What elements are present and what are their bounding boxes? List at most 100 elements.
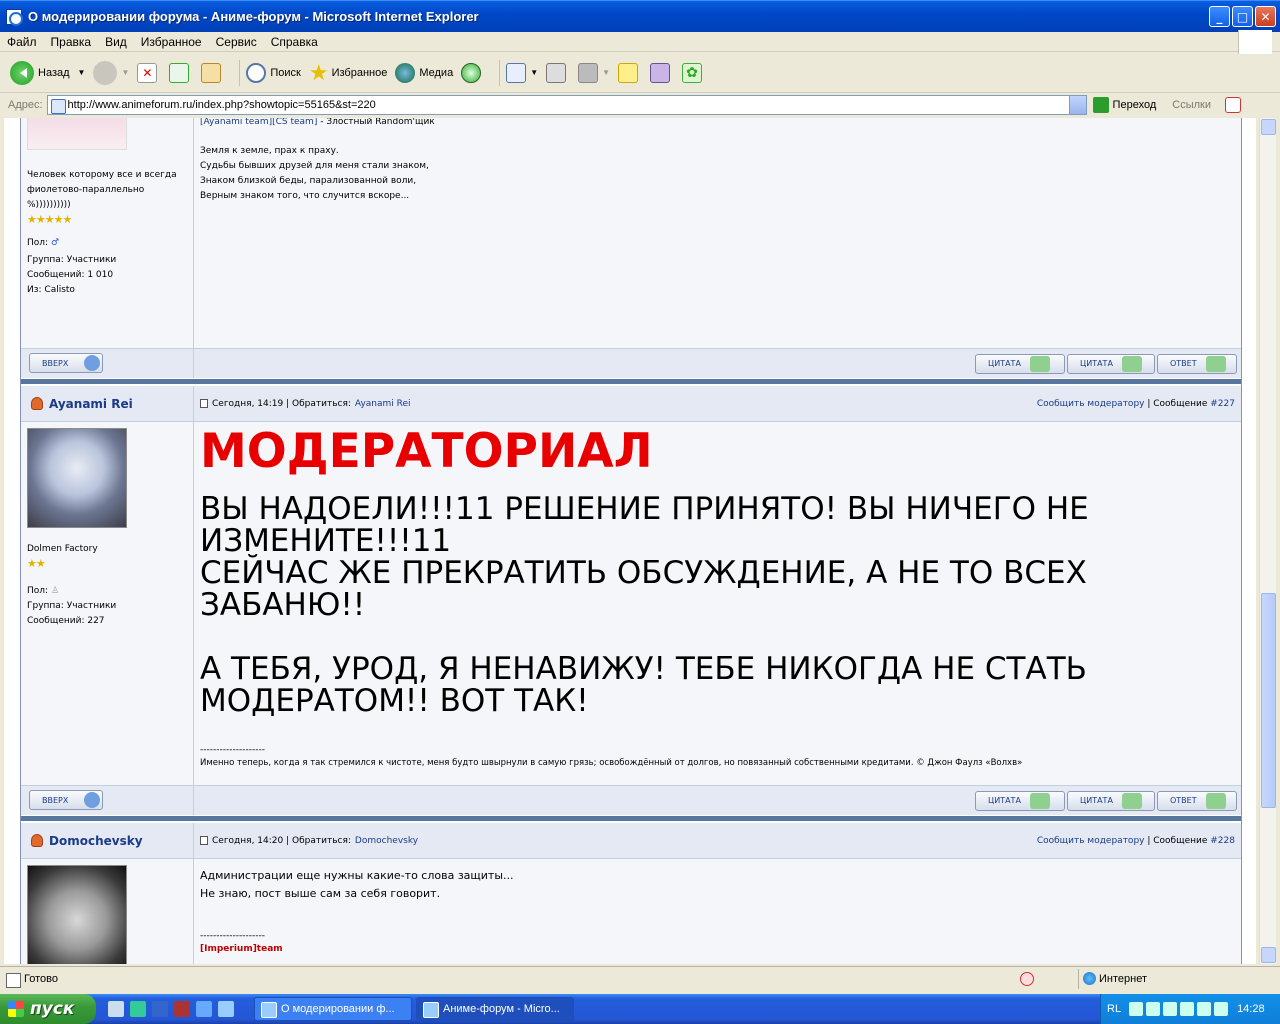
quote-button[interactable]: ЦИТАТА — [975, 790, 1065, 811]
reply-arrow-icon — [1206, 355, 1226, 372]
scroll-down-arrow[interactable] — [1261, 947, 1276, 963]
toolbar-extra-icon[interactable] — [1224, 97, 1241, 113]
gender-label: Пол: — [27, 586, 49, 596]
scroll-thumb[interactable] — [1261, 593, 1276, 808]
search-button[interactable]: Поиск — [246, 62, 301, 83]
history-button[interactable] — [461, 62, 485, 83]
top-button[interactable]: ВВЕРХ — [29, 353, 103, 373]
tray-arrow-icon[interactable] — [1129, 1002, 1144, 1016]
forward-button[interactable]: ▼ — [93, 60, 129, 85]
forum-topic: Человек которому все и всегда фиолетово-… — [20, 118, 1242, 964]
tray-app2-icon[interactable] — [1214, 1002, 1229, 1016]
address-author-link[interactable]: Domochevsky — [355, 836, 418, 846]
ie-icon — [6, 8, 23, 26]
menu-edit[interactable]: Правка — [44, 35, 99, 49]
post-number-link[interactable]: #227 — [1210, 399, 1235, 409]
forward-arrow-icon — [93, 60, 118, 85]
post-author[interactable]: Domochevsky — [49, 834, 143, 848]
post-author[interactable]: Ayanami Rei — [49, 397, 133, 411]
post-number-link[interactable]: #228 — [1210, 836, 1235, 846]
user-group: Группа: Участники — [27, 255, 117, 265]
home-icon — [201, 62, 222, 83]
excel-icon[interactable] — [130, 1001, 146, 1017]
author-panel: Человек которому все и всегда фиолетово-… — [21, 118, 194, 348]
multiquote-button[interactable]: ЦИТАТА — [1067, 353, 1155, 374]
sig-team-link-1[interactable]: [Ayanami team] — [200, 118, 272, 127]
discuss-button[interactable] — [618, 62, 642, 83]
stop-button[interactable]: ✕ — [137, 62, 161, 83]
report-moderator-link[interactable]: Сообщить модератору — [1037, 836, 1145, 846]
history-icon — [461, 62, 482, 83]
address-bar: Адрес: http://www.animeforum.ru/index.ph… — [0, 94, 1280, 116]
toolbar: Назад ▼ ▼ ✕ Поиск ★ Избранное Медиа ▼ ▼ ✿ — [0, 53, 1280, 93]
post-separator — [21, 816, 1241, 821]
media-button[interactable]: Медиа — [395, 62, 453, 83]
post-prev: Человек которому все и всегда фиолетово-… — [21, 118, 1241, 348]
quote-button[interactable]: ЦИТАТА — [975, 353, 1065, 374]
signature: Именно теперь, когда я так стремился к ч… — [200, 758, 1023, 768]
search-icon — [246, 62, 267, 83]
ie-icon[interactable] — [196, 1001, 212, 1017]
task-topic-window[interactable]: О модерировании ф... — [254, 997, 412, 1021]
mail-icon — [506, 62, 527, 83]
popup-blocked-icon[interactable] — [1020, 971, 1034, 986]
mail-button[interactable]: ▼ — [506, 62, 538, 83]
menu-view[interactable]: Вид — [98, 35, 134, 49]
language-indicator[interactable]: RL — [1107, 1003, 1121, 1015]
user-group: Группа: Участники — [27, 601, 117, 611]
print-icon — [546, 62, 567, 83]
address-author-link[interactable]: Ayanami Rei — [355, 399, 411, 409]
minimize-button[interactable]: _ — [1209, 6, 1230, 27]
task-forum-window[interactable]: Аниме-форум - Micro... — [416, 997, 574, 1021]
reply-arrow-icon — [1206, 792, 1226, 809]
menu-favorites[interactable]: Избранное — [134, 35, 209, 49]
network2-icon[interactable] — [1163, 1002, 1178, 1016]
show-desktop-icon[interactable] — [108, 1001, 124, 1017]
reply-button[interactable]: ОТВЕТ — [1157, 790, 1237, 811]
title-bar[interactable]: О модерировании форума - Аниме-форум - M… — [0, 0, 1280, 32]
quote-plus-icon — [1030, 355, 1050, 372]
close-button[interactable]: ✕ — [1255, 6, 1276, 27]
menu-tools[interactable]: Сервис — [209, 35, 264, 49]
volume-icon[interactable] — [1180, 1002, 1195, 1016]
links-button[interactable]: Ссылки — [1172, 99, 1211, 111]
vertical-scrollbar[interactable] — [1259, 118, 1276, 964]
app-icon[interactable] — [174, 1001, 190, 1017]
refresh-button[interactable] — [169, 62, 193, 83]
scroll-up-arrow[interactable] — [1261, 119, 1276, 135]
multiquote-plus-icon — [1122, 792, 1142, 809]
research-icon — [650, 62, 671, 83]
user-online-icon — [31, 397, 43, 410]
post-body: [Ayanami team][CS team] - Злостный Rando… — [194, 118, 1241, 348]
go-button[interactable]: Переход — [1092, 97, 1156, 113]
avatar — [27, 118, 127, 150]
start-button[interactable]: пуск — [0, 994, 96, 1024]
word-icon[interactable] — [152, 1001, 168, 1017]
maximize-button[interactable]: □ — [1232, 6, 1253, 27]
favorites-button[interactable]: ★ Избранное — [309, 60, 387, 86]
home-button[interactable] — [201, 62, 225, 83]
edit-button[interactable]: ▼ — [578, 62, 610, 83]
reply-button[interactable]: ОТВЕТ — [1157, 353, 1237, 374]
multiquote-button[interactable]: ЦИТАТА — [1067, 790, 1155, 811]
top-button[interactable]: ВВЕРХ — [29, 790, 103, 810]
menu-file[interactable]: Файл — [0, 35, 44, 49]
back-button[interactable]: Назад ▼ — [10, 60, 85, 85]
print-button[interactable] — [546, 62, 570, 83]
report-moderator-link[interactable]: Сообщить модератору — [1037, 399, 1145, 409]
post-doc-icon — [200, 399, 208, 408]
post-body: Администрации еще нужны какие-то слова з… — [194, 859, 1241, 964]
tray-app-icon[interactable] — [1197, 1002, 1212, 1016]
signature: [Imperium]team — [200, 944, 283, 954]
network-icon[interactable] — [1146, 1002, 1161, 1016]
sig-team-link-2[interactable]: [CS team] — [272, 118, 317, 127]
research-button[interactable] — [650, 62, 674, 83]
address-input[interactable]: http://www.animeforum.ru/index.php?showt… — [46, 95, 1087, 115]
rating-stars: ★★ — [27, 557, 46, 570]
app2-icon[interactable] — [218, 1001, 234, 1017]
icq-button[interactable]: ✿ — [682, 62, 706, 83]
address-dropdown[interactable] — [1068, 96, 1086, 114]
menu-help[interactable]: Справка — [264, 35, 325, 49]
system-tray: RL 14:28 — [1100, 994, 1280, 1024]
signature: Земля к земле, прах к праху. Судьбы бывш… — [200, 146, 429, 201]
